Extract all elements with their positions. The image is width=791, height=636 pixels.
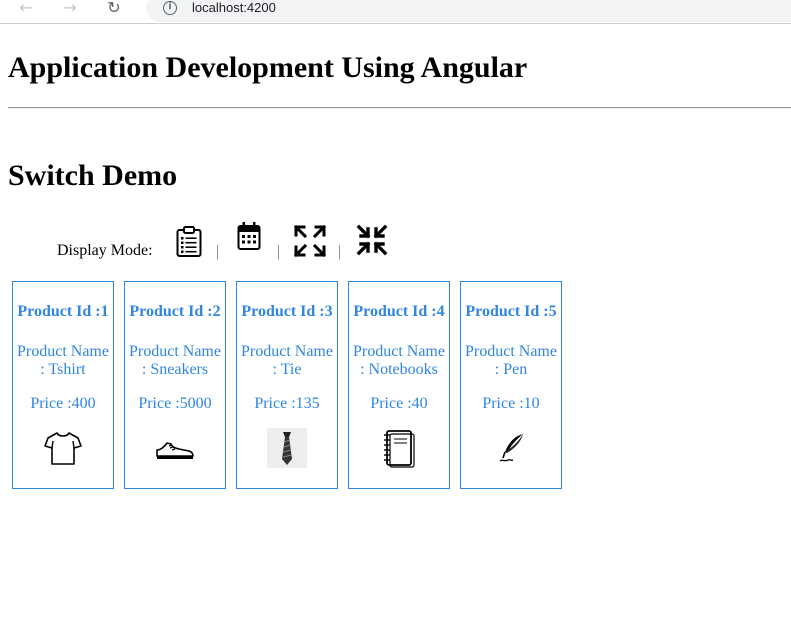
product-id: Product Id :4 xyxy=(353,303,445,320)
product-card: Product Id :2 Product Name : Sneakers Pr… xyxy=(124,281,226,489)
site-info-icon[interactable]: i xyxy=(163,1,177,15)
product-price: Price :10 xyxy=(482,395,540,412)
product-price: Price :40 xyxy=(370,395,428,412)
product-card: Product Id :1 Product Name : Tshirt Pric… xyxy=(12,281,114,489)
horizontal-divider xyxy=(8,107,791,109)
page-title: Application Development Using Angular xyxy=(8,51,528,84)
product-card: Product Id :3 Product Name : Tie Price :… xyxy=(236,281,338,489)
product-price: Price :5000 xyxy=(138,395,212,412)
compress-icon[interactable] xyxy=(356,224,388,261)
tie-icon xyxy=(267,428,307,468)
product-price: Price :400 xyxy=(30,395,96,412)
mode-separator: | xyxy=(277,243,281,260)
product-card: Product Id :4 Product Name : Notebooks P… xyxy=(348,281,450,489)
product-id: Product Id :1 xyxy=(17,303,109,320)
sneaker-icon xyxy=(155,428,195,468)
reload-icon[interactable]: ↻ xyxy=(104,0,124,18)
product-id: Product Id :2 xyxy=(129,303,221,320)
product-price: Price :135 xyxy=(254,395,320,412)
url-text[interactable]: localhost:4200 xyxy=(192,0,276,16)
calendar-icon[interactable] xyxy=(237,221,261,256)
product-card: Product Id :5 Product Name : Pen Price :… xyxy=(460,281,562,489)
quill-pen-icon xyxy=(491,428,531,468)
forward-arrow-icon[interactable]: → xyxy=(60,0,80,18)
product-name: Product Name : Tshirt xyxy=(17,343,109,378)
product-name: Product Name : Notebooks xyxy=(353,343,445,378)
expand-icon[interactable] xyxy=(293,224,327,262)
product-name: Product Name : Sneakers xyxy=(129,343,221,378)
clipboard-list-icon[interactable] xyxy=(176,226,202,263)
mode-separator: | xyxy=(338,243,342,260)
product-name: Product Name : Tie xyxy=(241,343,333,378)
tshirt-icon xyxy=(43,428,83,468)
product-name: Product Name : Pen xyxy=(465,343,557,378)
section-title: Switch Demo xyxy=(8,159,178,192)
display-mode-label: Display Mode: xyxy=(57,242,153,259)
mode-separator: | xyxy=(216,243,220,260)
product-id: Product Id :3 xyxy=(241,303,333,320)
back-arrow-icon[interactable]: ← xyxy=(16,0,36,18)
product-id: Product Id :5 xyxy=(465,303,557,320)
browser-toolbar: ← → ↻ i localhost:4200 xyxy=(0,0,791,24)
notebook-icon xyxy=(379,428,419,468)
